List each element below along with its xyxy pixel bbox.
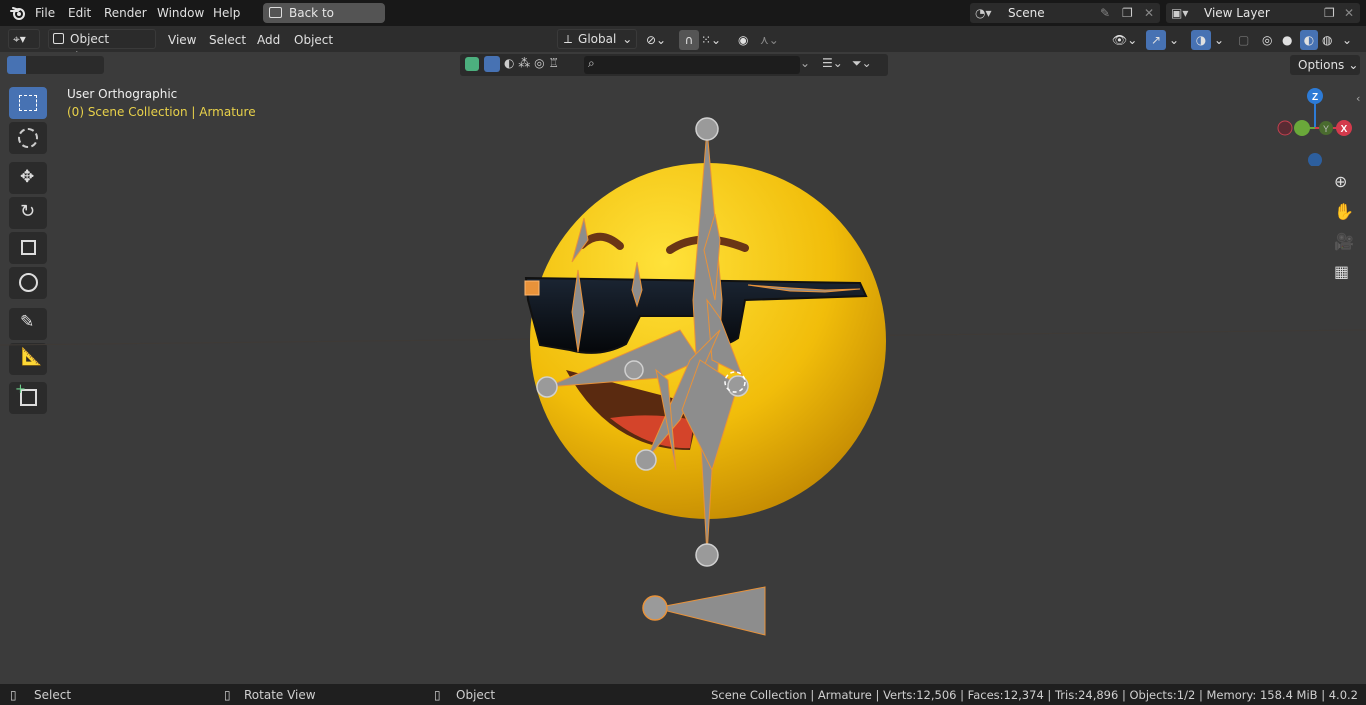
falloff-icon[interactable]: ⋏⌄ (760, 30, 779, 50)
snap-target-icon[interactable]: ⁙⌄ (701, 30, 721, 50)
view-layer-type-icon[interactable]: ▣▾ (1171, 3, 1188, 23)
gizmo-z-label: Z (1312, 92, 1318, 103)
navigation-gizmo[interactable]: Z X Y (1270, 86, 1356, 166)
menu-window[interactable]: Window (157, 6, 204, 20)
menu-edit[interactable]: Edit (68, 6, 91, 20)
close-scene-icon[interactable]: ✕ (1144, 3, 1154, 23)
orientation-icon: ⟂ (564, 32, 573, 46)
gizmo-dropdown-icon[interactable]: ⌄ (1169, 30, 1179, 50)
menu-select[interactable]: Select (209, 30, 246, 50)
mouse-middle-icon: ▯ (224, 688, 231, 702)
view-layer-selector[interactable]: ▣▾ View Layer ❐ ✕ (1166, 3, 1360, 23)
3d-viewport[interactable]: ◐ ⁂ ◎ ♖ ⌕ ⌄ ☰⌄ ⏷⌄ Options ⌄ User Orthogra… (0, 52, 1366, 684)
top-menu-bar: File Edit Render Window Help Back to Pre… (0, 0, 1366, 40)
toggle-perspective-button[interactable]: ▦ (1330, 260, 1356, 286)
gizmo-neg-x[interactable] (1277, 120, 1293, 136)
pin-icon[interactable]: ✎ (1100, 3, 1110, 23)
camera-view-button[interactable]: 🎥 (1330, 230, 1356, 256)
status-select: Select (34, 688, 72, 702)
scene-type-icon[interactable]: ◔▾ (975, 3, 992, 23)
xray-toggle-icon[interactable]: ▢ (1238, 30, 1249, 50)
chevron-down-icon: ⌄ (622, 32, 633, 46)
status-bar: ▯ Select ▯ Rotate View ▯ Object Scene Co… (0, 684, 1366, 705)
editor-type-dropdown[interactable]: ⌖▾ (8, 29, 40, 49)
status-rotate-view: Rotate View (244, 688, 316, 702)
gizmo-toggle-icon[interactable]: ↗ (1146, 30, 1166, 50)
view-layer-name-field[interactable]: View Layer (1204, 3, 1270, 23)
scene-selector[interactable]: ◔▾ Scene ✎ ❐ ✕ (970, 3, 1160, 23)
sidebar-toggle-icon[interactable]: ‹ (1356, 92, 1360, 105)
proportional-editing-icon[interactable]: ◉ (738, 30, 748, 50)
rendered-shading-icon[interactable]: ◍ (1322, 30, 1332, 50)
menu-render[interactable]: Render (104, 6, 147, 20)
hand-icon: ✋ (1334, 202, 1354, 221)
object-mode-icon (53, 33, 64, 44)
menu-view[interactable]: View (168, 30, 196, 50)
grid-icon: ▦ (1334, 262, 1350, 281)
zoom-view-button[interactable]: ⊕ (1330, 170, 1356, 196)
viewport-header: ⌖▾ Object Mode⌄ View Select Add Object ⟂… (0, 26, 1366, 64)
scene-statistics: Scene Collection | Armature | Verts:12,5… (711, 688, 1358, 702)
menu-help[interactable]: Help (213, 6, 240, 20)
status-object: Object (456, 688, 496, 702)
shading-dropdown-icon[interactable]: ⌄ (1342, 30, 1352, 50)
gizmo-y-label: Y (1323, 124, 1329, 134)
visibility-icon[interactable]: 👁⌄ (1112, 30, 1137, 50)
pan-view-button[interactable]: ✋ (1330, 200, 1356, 226)
menu-file[interactable]: File (35, 6, 55, 20)
scene-render[interactable] (0, 52, 1366, 684)
menu-add[interactable]: Add (257, 30, 280, 50)
wireframe-shading-icon[interactable]: ◎ (1262, 30, 1272, 50)
scene-name-field[interactable]: Scene (1008, 3, 1045, 23)
overlays-toggle-icon[interactable]: ◑ (1191, 30, 1211, 50)
active-bone-marker (524, 280, 540, 296)
transform-orientation-dropdown[interactable]: ⟂ Global ⌄ (557, 29, 637, 49)
menu-object[interactable]: Object (294, 30, 333, 50)
gizmo-y-axis[interactable] (1294, 120, 1310, 136)
material-preview-shading-icon[interactable]: ◐ (1300, 30, 1318, 50)
back-to-previous-button[interactable]: Back to Previous (263, 3, 385, 40)
gizmo-neg-z[interactable] (1308, 153, 1322, 166)
mouse-left-icon: ▯ (10, 688, 17, 702)
mode-dropdown[interactable]: Object Mode⌄ (48, 29, 156, 64)
snap-toggle-icon[interactable]: ∩ (679, 30, 699, 50)
camera-icon: 🎥 (1334, 232, 1354, 251)
zoom-icon: ⊕ (1334, 172, 1348, 191)
back-arrow-icon (269, 7, 282, 18)
new-view-layer-icon[interactable]: ❐ (1324, 3, 1335, 23)
mouse-right-icon: ▯ (434, 688, 441, 702)
new-scene-icon[interactable]: ❐ (1122, 3, 1133, 23)
blender-logo-icon[interactable] (9, 5, 27, 21)
solid-shading-icon[interactable]: ● (1282, 30, 1292, 50)
overlays-dropdown-icon[interactable]: ⌄ (1214, 30, 1224, 50)
gizmo-x-label: X (1341, 124, 1348, 135)
orientation-label: Global (578, 32, 617, 46)
pivot-point-icon[interactable]: ⊘⌄ (646, 30, 666, 50)
editor-type-icon: ⌖▾ (13, 32, 26, 46)
close-view-layer-icon[interactable]: ✕ (1344, 3, 1354, 23)
